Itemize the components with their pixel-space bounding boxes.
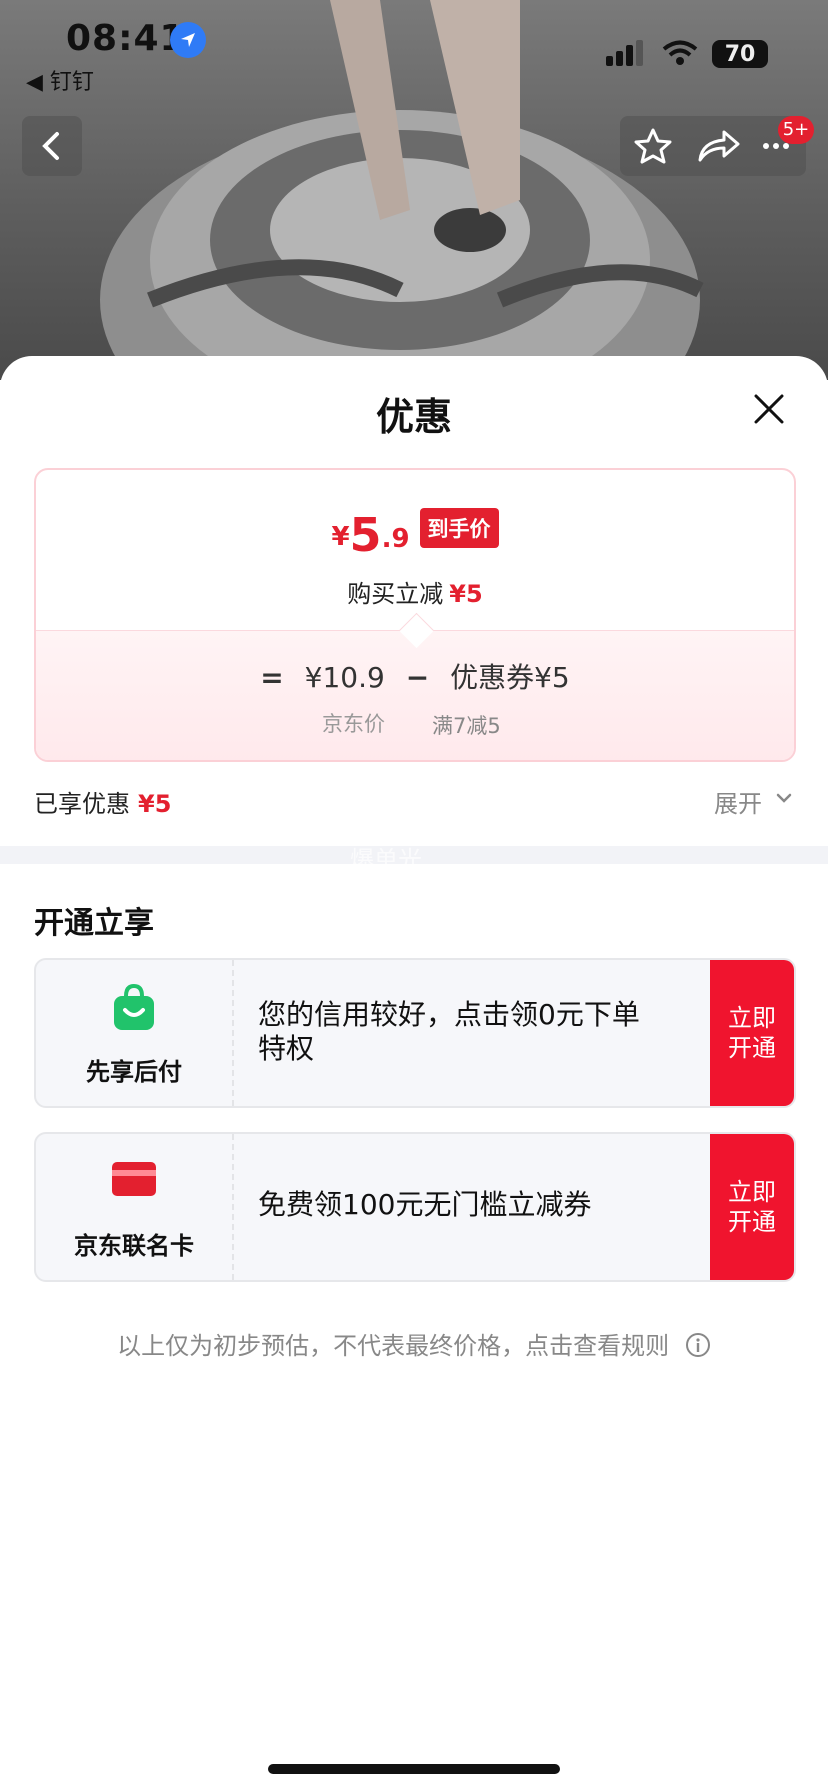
wifi-icon: [662, 40, 698, 65]
status-bar: 08:41 ◀ 钉钉 70: [0, 0, 828, 100]
activate-button[interactable]: 立即 开通: [710, 960, 794, 1106]
disclaimer-text: 以上仅为初步预估，不代表最终价格，点击查看规则: [117, 1332, 670, 1360]
enjoyed-discount: 已享优惠 ¥5: [34, 784, 171, 819]
status-time: 08:41: [66, 18, 186, 59]
coupon-rule: 满7减5: [432, 714, 501, 738]
jd-price-label: 京东价: [322, 712, 385, 736]
price-integer: 5: [349, 508, 382, 562]
watermark: 爆单光: [350, 846, 422, 874]
section-title: 开通立享: [34, 906, 154, 941]
promo-pay-later[interactable]: 先享后付 您的信用较好，点击领0元下单特权 立即 开通: [34, 958, 796, 1108]
more-icon[interactable]: [763, 143, 789, 149]
coupon-label: 优惠券: [450, 661, 535, 694]
promo-label: 京东联名卡: [74, 1232, 194, 1260]
back-to-app-link[interactable]: ◀ 钉钉: [26, 64, 94, 96]
jd-price: ¥10.9: [304, 661, 385, 694]
info-icon[interactable]: [685, 1332, 711, 1358]
price-currency: ¥: [331, 522, 350, 552]
battery-indicator: 70: [712, 40, 768, 68]
final-price-tag: 到手价: [419, 508, 499, 548]
instant-saving-value: ¥5: [449, 580, 483, 608]
sheet-title: 优惠: [375, 395, 452, 439]
close-icon[interactable]: [752, 392, 786, 426]
promo-left: 先享后付: [36, 960, 234, 1106]
shopping-bag-icon: [114, 984, 154, 1030]
credit-card-icon: [112, 1162, 156, 1196]
disclaimer[interactable]: 以上仅为初步预估，不代表最终价格，点击查看规则: [0, 1326, 828, 1361]
promo-description: 您的信用较好，点击领0元下单特权: [258, 998, 640, 1065]
price-formula: = ¥10.9 − 优惠券¥5: [36, 656, 794, 696]
activate-button[interactable]: 立即 开通: [710, 1134, 794, 1280]
final-price: ¥ 5 .9 到手价: [36, 508, 794, 558]
promo-cobrand-card[interactable]: 京东联名卡 免费领100元无门槛立减券 立即 开通: [34, 1132, 796, 1282]
expand-button[interactable]: 展开: [714, 784, 762, 819]
promo-description: 免费领100元无门槛立减券: [258, 1188, 592, 1221]
signal-icon: [606, 40, 643, 66]
share-icon[interactable]: [698, 130, 740, 162]
star-icon[interactable]: [634, 128, 672, 164]
enjoyed-value: ¥5: [138, 790, 172, 818]
promo-left: 京东联名卡: [36, 1134, 234, 1280]
home-indicator[interactable]: [268, 1764, 560, 1774]
message-badge: 5+: [778, 116, 814, 144]
back-button[interactable]: [22, 116, 82, 176]
instant-saving: 购买立减 ¥5: [36, 574, 794, 609]
location-arrow-icon: [170, 22, 206, 58]
enjoyed-label: 已享优惠: [34, 790, 130, 818]
discount-sheet: 优惠 ¥ 5 .9 到手价 购买立减 ¥5 = ¥10.9 − 优惠券¥5 京东价…: [0, 356, 828, 1792]
formula-equals: =: [260, 661, 284, 694]
instant-saving-label: 购买立减: [347, 580, 444, 608]
promo-label: 先享后付: [86, 1058, 182, 1086]
formula-minus: −: [405, 661, 430, 694]
price-card: ¥ 5 .9 到手价 购买立减 ¥5 = ¥10.9 − 优惠券¥5 京东价 满7…: [34, 468, 796, 762]
chevron-left-icon: [42, 132, 59, 160]
chevron-down-icon[interactable]: [776, 792, 792, 804]
price-decimal: .9: [381, 524, 410, 554]
coupon-value: ¥5: [534, 661, 570, 694]
